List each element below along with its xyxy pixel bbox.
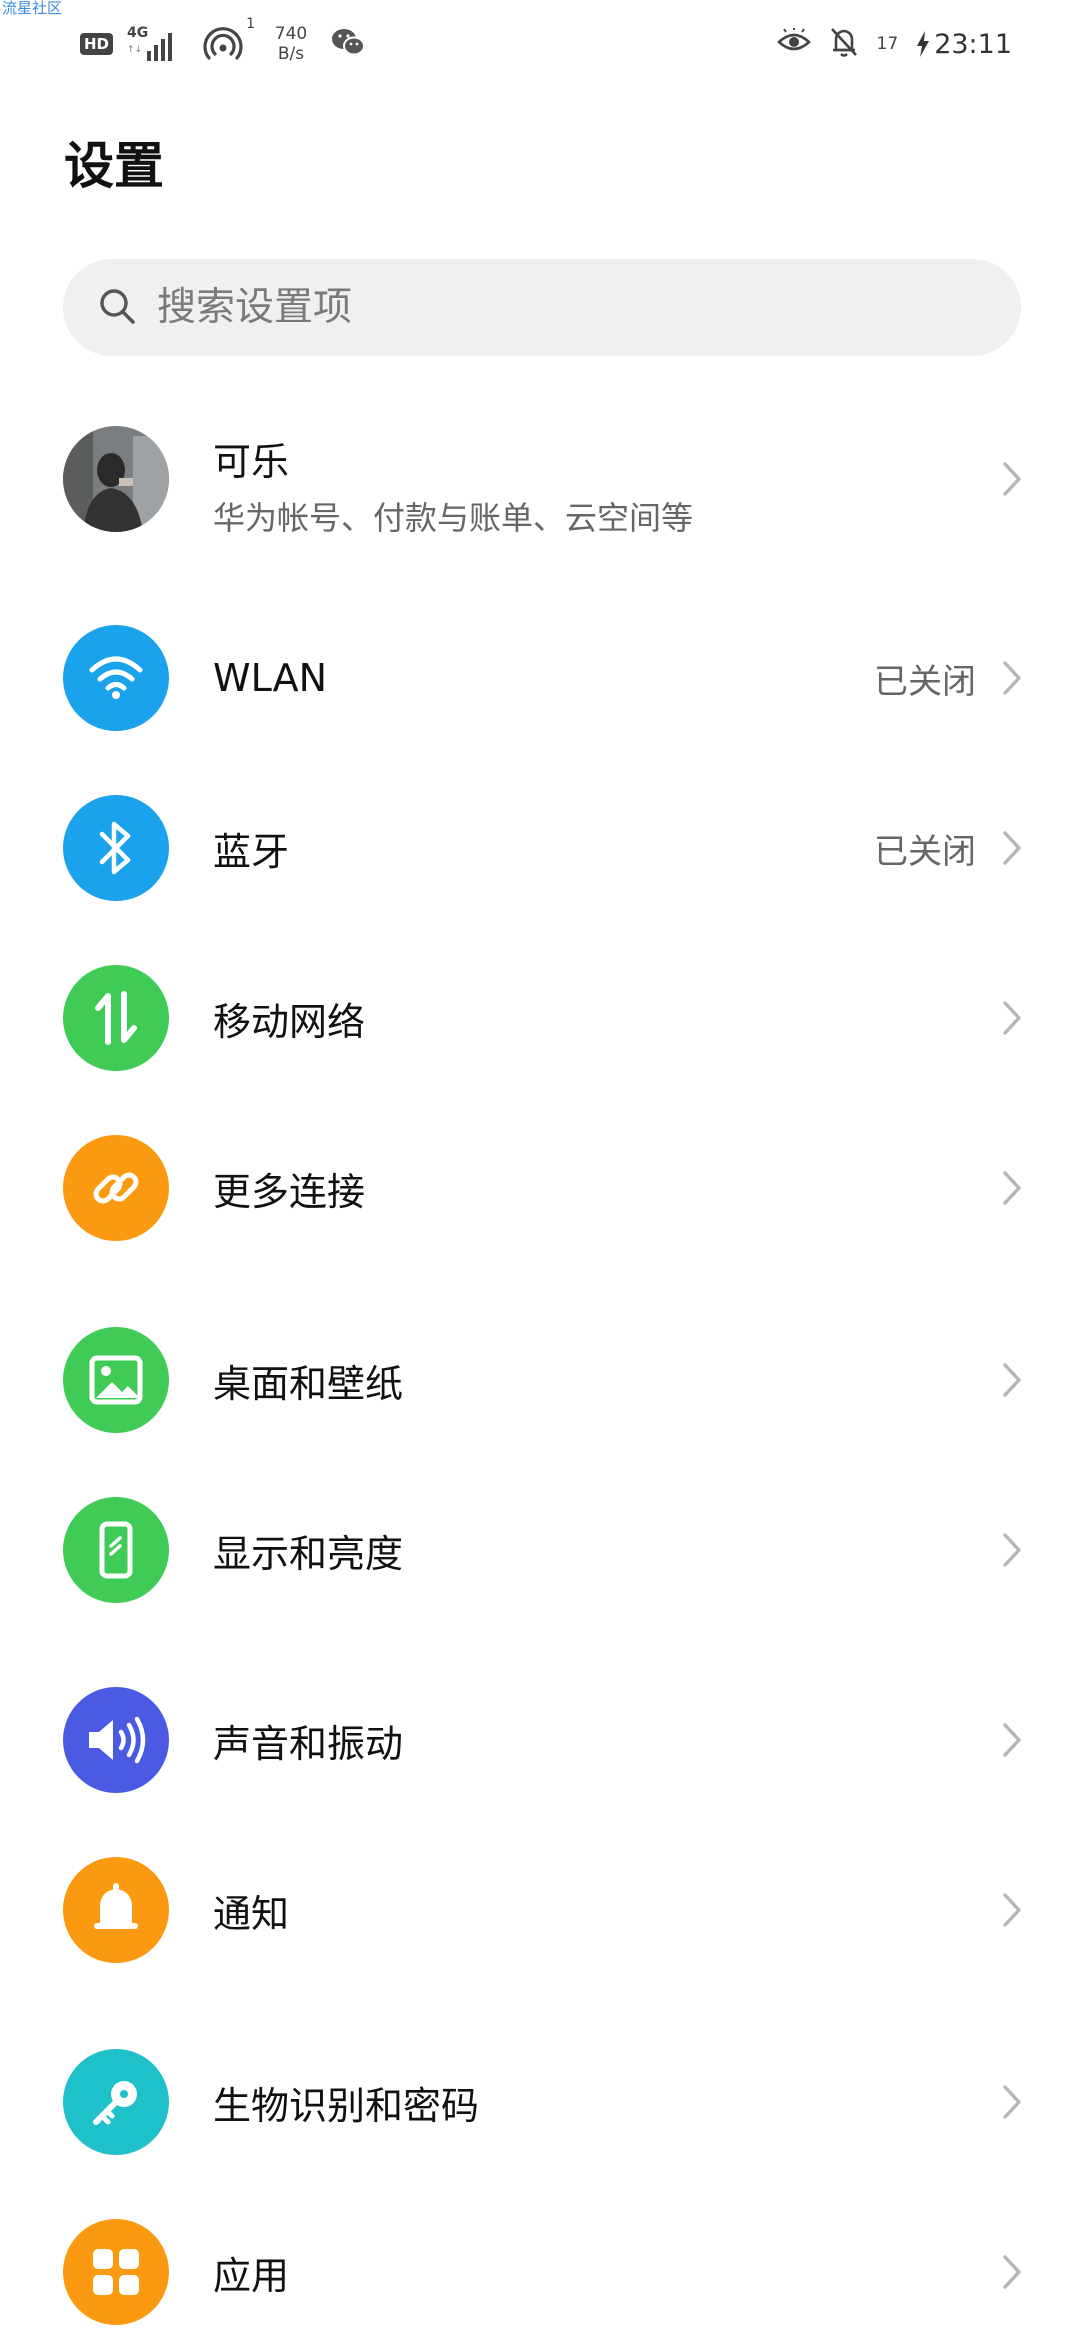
- chevron-right-icon: [992, 1720, 1032, 1760]
- chevron-right-icon: [992, 1890, 1032, 1930]
- setting-item-label: 生物识别和密码: [213, 2083, 480, 2128]
- eye-comfort-icon: [776, 27, 811, 60]
- chevron-right-icon: [992, 1360, 1032, 1400]
- account-name: 可乐: [213, 440, 290, 484]
- search-input[interactable]: [157, 285, 937, 330]
- network-type: 4G: [127, 25, 149, 41]
- setting-item-wallpaper[interactable]: 桌面和壁纸: [0, 1310, 1080, 1450]
- wallpaper-icon: [63, 1327, 169, 1433]
- chevron-right-icon: [992, 658, 1032, 698]
- setting-item-label: 移动网络: [213, 999, 366, 1044]
- search-bar[interactable]: [63, 259, 1021, 356]
- charging-icon: [917, 31, 930, 57]
- 4g-signal-icon: 4G ↑↓: [127, 25, 189, 63]
- chevron-right-icon: [992, 459, 1032, 499]
- chevron-right-icon: [992, 1530, 1032, 1570]
- display-icon: [63, 1497, 169, 1603]
- setting-item-label: WLAN: [213, 656, 328, 700]
- time: 23:11: [934, 28, 1012, 60]
- hotspot-count: 1: [246, 16, 256, 32]
- setting-item-label: 桌面和壁纸: [213, 1361, 404, 1406]
- setting-item-label: 声音和振动: [213, 1721, 404, 1766]
- network-speed: 740 B/s: [274, 24, 308, 64]
- search-icon: [97, 286, 137, 330]
- chevron-right-icon: [992, 1168, 1032, 1208]
- link-icon: [63, 1135, 169, 1241]
- sound-icon: [63, 1687, 169, 1793]
- setting-item-label: 应用: [213, 2253, 290, 2298]
- wechat-icon: [331, 27, 366, 61]
- hd-icon: HD: [80, 33, 114, 55]
- chevron-right-icon: [992, 2082, 1032, 2122]
- account-subtitle: 华为帐号、付款与账单、云空间等: [213, 499, 694, 537]
- setting-item-display[interactable]: 显示和亮度: [0, 1480, 1080, 1620]
- account-row[interactable]: 可乐 华为帐号、付款与账单、云空间等: [0, 409, 1080, 549]
- setting-item-bluetooth[interactable]: 蓝牙 已关闭: [0, 778, 1080, 918]
- setting-item-label: 通知: [213, 1891, 290, 1936]
- bell-icon: [63, 1857, 169, 1963]
- setting-item-status: 已关闭: [874, 831, 976, 872]
- mobile-data-icon: [63, 965, 169, 1071]
- setting-item-more-connections[interactable]: 更多连接: [0, 1118, 1080, 1258]
- setting-item-biometrics[interactable]: 生物识别和密码: [0, 2032, 1080, 2172]
- chevron-right-icon: [992, 2252, 1032, 2292]
- wifi-icon: [63, 625, 169, 731]
- setting-item-label: 显示和亮度: [213, 1531, 404, 1576]
- bluetooth-icon: [63, 795, 169, 901]
- setting-item-notifications[interactable]: 通知: [0, 1840, 1080, 1980]
- setting-item-apps[interactable]: 应用: [0, 2202, 1080, 2340]
- setting-item-sound[interactable]: 声音和振动: [0, 1670, 1080, 1810]
- setting-item-status: 已关闭: [874, 661, 976, 702]
- setting-item-wlan[interactable]: WLAN 已关闭: [0, 608, 1080, 748]
- setting-item-mobile-network[interactable]: 移动网络: [0, 948, 1080, 1088]
- chevron-right-icon: [992, 998, 1032, 1038]
- avatar: [63, 426, 169, 532]
- chevron-right-icon: [992, 828, 1032, 868]
- status-bar: HD 4G ↑↓ 1 740 B/s 17 23:11: [0, 0, 1080, 84]
- page-title: 设置: [64, 137, 164, 195]
- apps-icon: [63, 2219, 169, 2325]
- setting-item-label: 蓝牙: [213, 829, 290, 874]
- battery-level: 17: [876, 34, 899, 54]
- setting-item-label: 更多连接: [213, 1169, 366, 1214]
- hotspot-icon: 1: [203, 16, 255, 64]
- notification-muted-icon: [829, 26, 859, 62]
- status-clock: 23:11: [916, 29, 1012, 60]
- key-icon: [63, 2049, 169, 2155]
